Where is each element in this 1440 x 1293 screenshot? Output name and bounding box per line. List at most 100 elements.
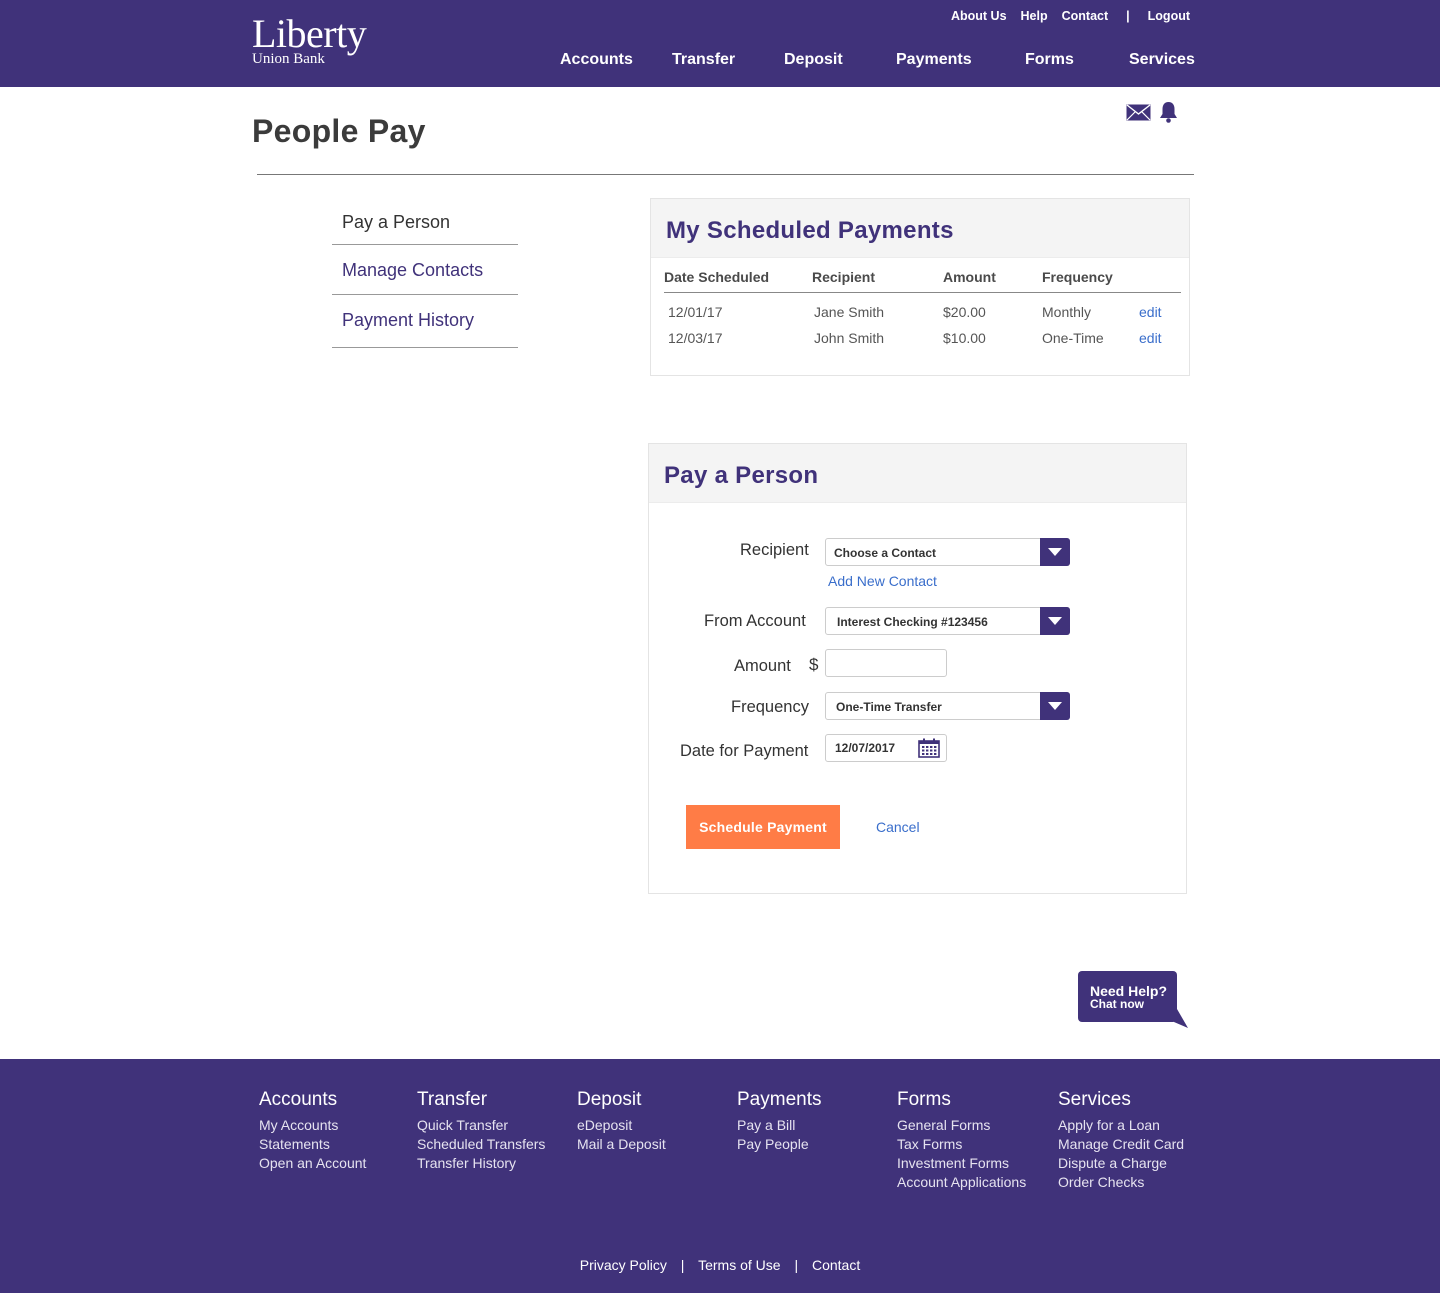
date-input-value: 12/07/2017 bbox=[835, 741, 896, 755]
from-account-select-value: Interest Checking #123456 bbox=[837, 615, 988, 629]
cell-date: 12/03/17 bbox=[668, 329, 723, 346]
frequency-select-value: One-Time Transfer bbox=[836, 700, 942, 714]
frequency-select[interactable]: One-Time Transfer bbox=[825, 692, 1070, 720]
site-header: Liberty Union Bank About Us Help Contact… bbox=[0, 0, 1440, 87]
table-row: 12/01/17 Jane Smith $20.00 Monthly edit bbox=[664, 293, 1181, 323]
legal-links: Privacy Policy | Terms of Use | Contact bbox=[0, 1257, 1440, 1273]
chevron-down-icon[interactable] bbox=[1040, 607, 1070, 635]
cancel-link[interactable]: Cancel bbox=[876, 819, 920, 835]
footer-link[interactable]: Tax Forms bbox=[897, 1135, 1026, 1154]
chevron-down-icon[interactable] bbox=[1040, 692, 1070, 720]
edit-link[interactable]: edit bbox=[1139, 304, 1162, 320]
recipient-select[interactable]: Choose a Contact bbox=[825, 538, 1070, 566]
date-input[interactable]: 12/07/2017 bbox=[825, 734, 947, 762]
bell-icon[interactable] bbox=[1159, 101, 1178, 128]
scheduled-payments-table: Date Scheduled Recipient Amount Frequenc… bbox=[664, 269, 1181, 353]
footer-link[interactable]: Mail a Deposit bbox=[577, 1135, 666, 1154]
footer-link[interactable]: My Accounts bbox=[259, 1116, 366, 1135]
footer-link[interactable]: Dispute a Charge bbox=[1058, 1154, 1184, 1173]
footer-link[interactable]: Open an Account bbox=[259, 1154, 366, 1173]
footer-heading: Payments bbox=[737, 1089, 822, 1110]
table-header-row: Date Scheduled Recipient Amount Frequenc… bbox=[664, 269, 1181, 293]
main-nav: Accounts Transfer Deposit Payments Forms… bbox=[0, 51, 1440, 73]
footer-column-accounts: Accounts My Accounts Statements Open an … bbox=[259, 1089, 366, 1173]
from-account-label: From Account bbox=[704, 612, 806, 630]
footer-link[interactable]: Account Applications bbox=[897, 1173, 1026, 1192]
cell-frequency: Monthly bbox=[1042, 304, 1092, 321]
side-item-pay-a-person[interactable]: Pay a Person bbox=[332, 198, 518, 245]
page-title: People Pay bbox=[252, 113, 426, 149]
footer-link[interactable]: eDeposit bbox=[577, 1116, 666, 1135]
cell-actions: edit bbox=[1139, 293, 1181, 323]
column-date-scheduled: Date Scheduled bbox=[664, 269, 812, 293]
chat-subtitle: Chat now bbox=[1090, 997, 1144, 1011]
cell-recipient: Jane Smith bbox=[814, 304, 885, 321]
help-link[interactable]: Help bbox=[1021, 9, 1048, 23]
footer-contact-link[interactable]: Contact bbox=[812, 1257, 860, 1273]
footer-link[interactable]: Pay a Bill bbox=[737, 1116, 821, 1135]
recipient-label: Recipient bbox=[740, 541, 809, 559]
edit-link[interactable]: edit bbox=[1139, 330, 1162, 346]
from-account-select[interactable]: Interest Checking #123456 bbox=[825, 607, 1070, 635]
scheduled-payments-title: My Scheduled Payments bbox=[651, 199, 1189, 258]
cell-frequency: One-Time bbox=[1042, 329, 1104, 346]
about-us-link[interactable]: About Us bbox=[951, 9, 1007, 23]
footer-column-transfer: Transfer Quick Transfer Scheduled Transf… bbox=[417, 1089, 545, 1173]
legal-separator: | bbox=[680, 1257, 685, 1273]
chat-bubble-tail bbox=[1174, 1009, 1188, 1028]
calendar-icon[interactable] bbox=[918, 738, 940, 761]
footer-link[interactable]: Transfer History bbox=[417, 1154, 545, 1173]
footer-heading: Deposit bbox=[577, 1089, 642, 1110]
nav-forms[interactable]: Forms bbox=[1025, 51, 1074, 69]
cell-actions: edit bbox=[1139, 323, 1181, 353]
side-menu: Pay a Person Manage Contacts Payment His… bbox=[332, 198, 518, 348]
cell-amount: $20.00 bbox=[943, 304, 986, 321]
nav-deposit[interactable]: Deposit bbox=[784, 51, 843, 69]
nav-payments[interactable]: Payments bbox=[896, 51, 972, 69]
amount-label: Amount bbox=[734, 657, 791, 675]
nav-accounts[interactable]: Accounts bbox=[560, 51, 633, 69]
footer-column-services: Services Apply for a Loan Manage Credit … bbox=[1058, 1089, 1184, 1192]
column-frequency: Frequency bbox=[1042, 269, 1139, 293]
footer-link[interactable]: Quick Transfer bbox=[417, 1116, 545, 1135]
chat-widget[interactable]: Need Help? Chat now bbox=[1078, 971, 1188, 1028]
footer-link[interactable]: Scheduled Transfers bbox=[417, 1135, 545, 1154]
footer-column-forms: Forms General Forms Tax Forms Investment… bbox=[897, 1089, 1026, 1192]
table-row: 12/03/17 John Smith $10.00 One-Time edit bbox=[664, 323, 1181, 353]
amount-input[interactable] bbox=[825, 649, 947, 677]
footer-link[interactable]: General Forms bbox=[897, 1116, 1026, 1135]
date-label: Date for Payment bbox=[680, 742, 809, 760]
column-actions bbox=[1139, 269, 1181, 293]
footer-link[interactable]: Manage Credit Card bbox=[1058, 1135, 1184, 1154]
utility-nav: About Us Help Contact | Logout bbox=[937, 9, 1190, 23]
footer-link[interactable]: Order Checks bbox=[1058, 1173, 1184, 1192]
logout-link[interactable]: Logout bbox=[1148, 9, 1190, 23]
side-item-manage-contacts[interactable]: Manage Contacts bbox=[332, 245, 518, 295]
chevron-down-icon[interactable] bbox=[1040, 538, 1070, 566]
footer-link[interactable]: Pay People bbox=[737, 1135, 821, 1154]
chat-bubble[interactable]: Need Help? Chat now bbox=[1078, 971, 1177, 1022]
chat-title: Need Help? bbox=[1090, 983, 1168, 999]
side-item-payment-history[interactable]: Payment History bbox=[332, 295, 518, 348]
cell-date: 12/01/17 bbox=[668, 304, 723, 321]
schedule-payment-button[interactable]: Schedule Payment bbox=[686, 805, 840, 849]
add-new-contact-link[interactable]: Add New Contact bbox=[828, 573, 937, 589]
legal-separator: | bbox=[794, 1257, 799, 1273]
nav-services[interactable]: Services bbox=[1129, 51, 1195, 69]
footer-link[interactable]: Statements bbox=[259, 1135, 366, 1154]
footer-heading: Accounts bbox=[259, 1089, 338, 1110]
privacy-policy-link[interactable]: Privacy Policy bbox=[580, 1257, 667, 1273]
cell-recipient: John Smith bbox=[814, 329, 885, 346]
cell-amount: $10.00 bbox=[943, 329, 986, 346]
footer-column-deposit: Deposit eDeposit Mail a Deposit bbox=[577, 1089, 666, 1154]
terms-of-use-link[interactable]: Terms of Use bbox=[698, 1257, 780, 1273]
nav-transfer[interactable]: Transfer bbox=[672, 51, 735, 69]
recipient-select-value: Choose a Contact bbox=[834, 546, 937, 560]
nav-separator: | bbox=[1126, 9, 1130, 23]
scheduled-payments-panel: My Scheduled Payments Date Scheduled Rec… bbox=[650, 198, 1190, 376]
currency-symbol: $ bbox=[809, 655, 819, 674]
contact-link[interactable]: Contact bbox=[1062, 9, 1109, 23]
footer-link[interactable]: Investment Forms bbox=[897, 1154, 1026, 1173]
mail-icon[interactable] bbox=[1126, 103, 1151, 126]
footer-link[interactable]: Apply for a Loan bbox=[1058, 1116, 1184, 1135]
